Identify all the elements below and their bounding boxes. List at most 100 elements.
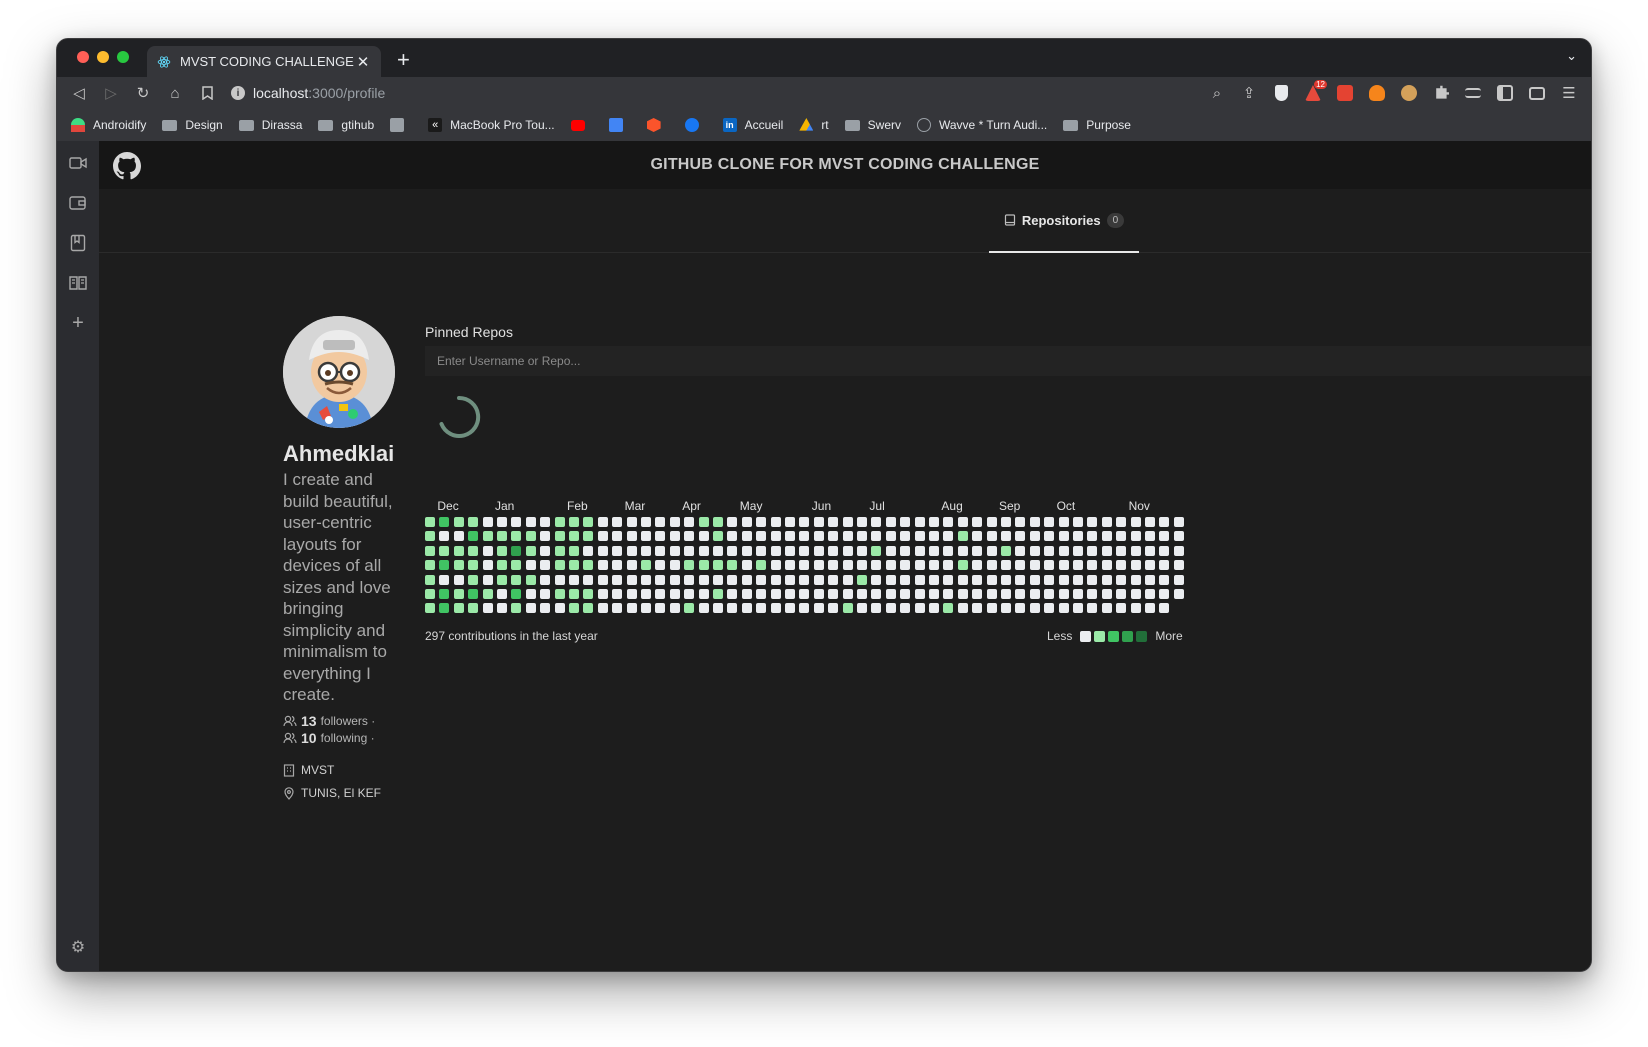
minimize-window-button[interactable] <box>97 51 109 63</box>
contribution-day-cell[interactable] <box>1044 603 1055 614</box>
contribution-day-cell[interactable] <box>713 560 723 571</box>
contribution-day-cell[interactable] <box>957 574 968 585</box>
contribution-day-cell[interactable] <box>525 574 536 585</box>
contribution-day-cell[interactable] <box>1159 603 1170 614</box>
contribution-day-cell[interactable] <box>727 560 738 571</box>
contribution-day-cell[interactable] <box>972 545 983 556</box>
contribution-day-cell[interactable] <box>482 531 493 542</box>
contribution-day-cell[interactable] <box>1145 517 1155 527</box>
contribution-day-cell[interactable] <box>583 531 594 542</box>
contribution-day-cell[interactable] <box>569 589 579 599</box>
contribution-day-cell[interactable] <box>1029 603 1040 614</box>
contribution-day-cell[interactable] <box>929 589 939 599</box>
contribution-day-cell[interactable] <box>698 517 709 527</box>
contribution-day-cell[interactable] <box>583 603 594 614</box>
browser-tab[interactable]: MVST CODING CHALLENGE ✕ <box>147 46 381 77</box>
contribution-day-cell[interactable] <box>468 603 479 614</box>
contribution-day-cell[interactable] <box>842 560 853 571</box>
contribution-day-cell[interactable] <box>1087 603 1098 614</box>
contribution-day-cell[interactable] <box>626 560 637 571</box>
contribution-day-cell[interactable] <box>957 603 968 614</box>
contribution-day-cell[interactable] <box>540 531 551 542</box>
contribution-day-cell[interactable] <box>684 589 695 599</box>
contribution-day-cell[interactable] <box>885 560 896 571</box>
contribution-day-cell[interactable] <box>425 560 435 571</box>
bookmark-macbook-pro[interactable]: «MacBook Pro Tou... <box>428 118 555 132</box>
contribution-day-cell[interactable] <box>554 589 565 599</box>
contribution-day-cell[interactable] <box>713 545 723 556</box>
contribution-day-cell[interactable] <box>1029 589 1040 599</box>
contribution-day-cell[interactable] <box>943 603 954 614</box>
contribution-day-cell[interactable] <box>929 560 939 571</box>
contribution-day-cell[interactable] <box>857 545 867 556</box>
contribution-day-cell[interactable] <box>713 531 723 542</box>
bookmark-icon[interactable] <box>191 79 223 107</box>
contribution-day-cell[interactable] <box>612 531 623 542</box>
contribution-day-cell[interactable] <box>1015 545 1026 556</box>
contribution-day-cell[interactable] <box>741 574 752 585</box>
contribution-day-cell[interactable] <box>1101 574 1112 585</box>
contribution-day-cell[interactable] <box>1116 517 1127 527</box>
contribution-day-cell[interactable] <box>1145 560 1155 571</box>
contribution-day-cell[interactable] <box>540 589 551 599</box>
contribution-day-cell[interactable] <box>626 574 637 585</box>
bookmark-file[interactable] <box>390 118 412 132</box>
contribution-day-cell[interactable] <box>1044 531 1055 542</box>
contribution-day-cell[interactable] <box>1001 589 1011 599</box>
contribution-day-cell[interactable] <box>684 531 695 542</box>
contribution-day-cell[interactable] <box>641 517 651 527</box>
contribution-day-cell[interactable] <box>828 531 839 542</box>
contribution-day-cell[interactable] <box>626 517 637 527</box>
contribution-day-cell[interactable] <box>439 531 450 542</box>
contribution-day-cell[interactable] <box>1145 603 1155 614</box>
bookmark-gtihub[interactable]: gtihub <box>318 118 374 132</box>
contribution-day-cell[interactable] <box>511 545 522 556</box>
contribution-day-cell[interactable] <box>698 589 709 599</box>
site-info-icon[interactable]: i <box>231 86 245 100</box>
contribution-day-cell[interactable] <box>842 603 853 614</box>
contribution-day-cell[interactable] <box>828 517 839 527</box>
contribution-day-cell[interactable] <box>525 560 536 571</box>
contribution-day-cell[interactable] <box>453 589 464 599</box>
contribution-day-cell[interactable] <box>1116 574 1127 585</box>
contribution-day-cell[interactable] <box>468 589 479 599</box>
contribution-day-cell[interactable] <box>1101 589 1112 599</box>
contribution-day-cell[interactable] <box>857 560 867 571</box>
contribution-day-cell[interactable] <box>453 545 464 556</box>
contribution-day-cell[interactable] <box>453 560 464 571</box>
brave-shield-icon[interactable] <box>1265 79 1297 107</box>
contribution-day-cell[interactable] <box>511 560 522 571</box>
contribution-day-cell[interactable] <box>986 560 997 571</box>
contribution-day-cell[interactable] <box>929 517 939 527</box>
contribution-day-cell[interactable] <box>842 531 853 542</box>
cookie-icon[interactable] <box>1393 79 1425 107</box>
contribution-day-cell[interactable] <box>655 603 666 614</box>
contribution-day-cell[interactable] <box>799 560 810 571</box>
contribution-day-cell[interactable] <box>669 574 680 585</box>
contribution-day-cell[interactable] <box>972 574 983 585</box>
contribution-day-cell[interactable] <box>1073 574 1083 585</box>
contribution-day-cell[interactable] <box>842 517 853 527</box>
metamask-icon[interactable] <box>1361 79 1393 107</box>
bookmark-facebook[interactable] <box>684 118 707 132</box>
reload-icon[interactable]: ↻ <box>127 79 159 107</box>
contribution-day-cell[interactable] <box>554 531 565 542</box>
contribution-day-cell[interactable] <box>986 531 997 542</box>
contribution-day-cell[interactable] <box>1130 560 1141 571</box>
add-icon[interactable]: + <box>68 312 88 334</box>
contribution-day-cell[interactable] <box>741 531 752 542</box>
contribution-day-cell[interactable] <box>857 574 867 585</box>
contribution-day-cell[interactable] <box>1087 560 1098 571</box>
contribution-day-cell[interactable] <box>554 517 565 527</box>
contribution-day-cell[interactable] <box>482 560 493 571</box>
contribution-day-cell[interactable] <box>813 603 824 614</box>
contribution-day-cell[interactable] <box>669 531 680 542</box>
contribution-day-cell[interactable] <box>741 560 752 571</box>
contribution-day-cell[interactable] <box>727 545 738 556</box>
contribution-day-cell[interactable] <box>669 560 680 571</box>
contribution-day-cell[interactable] <box>482 545 493 556</box>
contribution-day-cell[interactable] <box>914 545 925 556</box>
contribution-day-cell[interactable] <box>1029 531 1040 542</box>
contribution-day-cell[interactable] <box>525 603 536 614</box>
contribution-day-cell[interactable] <box>597 574 608 585</box>
